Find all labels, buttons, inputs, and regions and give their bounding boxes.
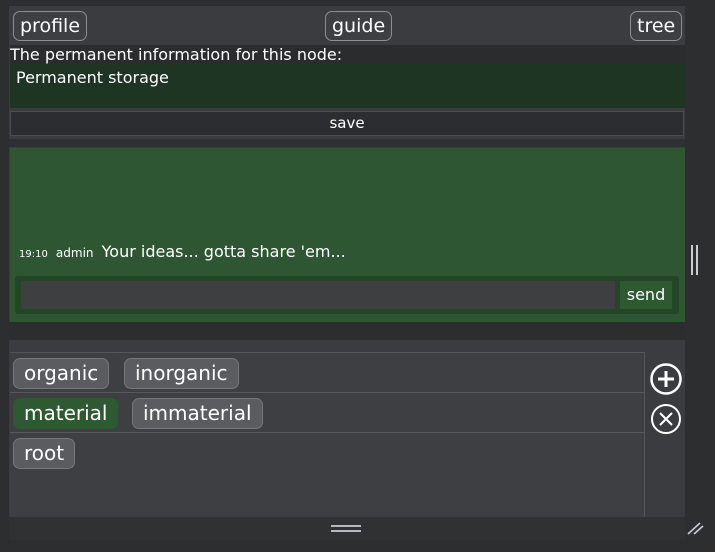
- profile-button[interactable]: profile: [13, 11, 88, 41]
- chat-divider: [9, 322, 685, 340]
- tag-organic[interactable]: organic: [13, 358, 110, 389]
- tag-row: root: [10, 433, 644, 473]
- save-button[interactable]: save: [10, 111, 684, 136]
- tag-immaterial[interactable]: immaterial: [132, 398, 263, 429]
- drag-handle-icon[interactable]: [331, 525, 361, 532]
- resize-corner-icon[interactable]: [686, 521, 704, 535]
- tag-inorganic[interactable]: inorganic: [124, 358, 239, 389]
- chat-input[interactable]: [21, 281, 615, 309]
- permanent-info-label: The permanent information for this node:: [10, 45, 685, 64]
- section-divider: [9, 139, 685, 147]
- tag-material[interactable]: material: [13, 398, 119, 429]
- tag-list: organic inorganic material immaterial ro…: [10, 352, 644, 517]
- app-frame: profile guide tree The permanent informa…: [0, 0, 715, 552]
- bottom-resize-bar[interactable]: [9, 517, 685, 540]
- top-nav: profile guide tree: [9, 6, 685, 46]
- node-panel: profile guide tree The permanent informa…: [9, 6, 685, 540]
- tag-row: material immaterial: [10, 393, 644, 433]
- tag-tools: [644, 352, 685, 517]
- plus-circle-icon[interactable]: [649, 362, 683, 396]
- chat-message-text: Your ideas... gotta share 'em...: [101, 242, 346, 261]
- vertical-resize-handle-icon[interactable]: [691, 245, 698, 275]
- chat-message-time: 19:10: [19, 249, 48, 260]
- tag-row: organic inorganic: [10, 353, 644, 393]
- guide-button[interactable]: guide: [325, 11, 393, 41]
- tree-button[interactable]: tree: [630, 11, 683, 41]
- permanent-info-field[interactable]: Permanent storage: [10, 64, 685, 108]
- send-button[interactable]: send: [620, 281, 672, 309]
- chat-panel: 19:10 admin Your ideas... gotta share 'e…: [10, 148, 685, 322]
- tag-root[interactable]: root: [13, 438, 76, 469]
- chat-message-user: admin: [55, 246, 94, 260]
- chat-message: 19:10 admin Your ideas... gotta share 'e…: [19, 242, 346, 261]
- chat-form: send: [15, 276, 679, 314]
- section-gap: [9, 340, 685, 350]
- close-circle-icon[interactable]: [649, 402, 683, 436]
